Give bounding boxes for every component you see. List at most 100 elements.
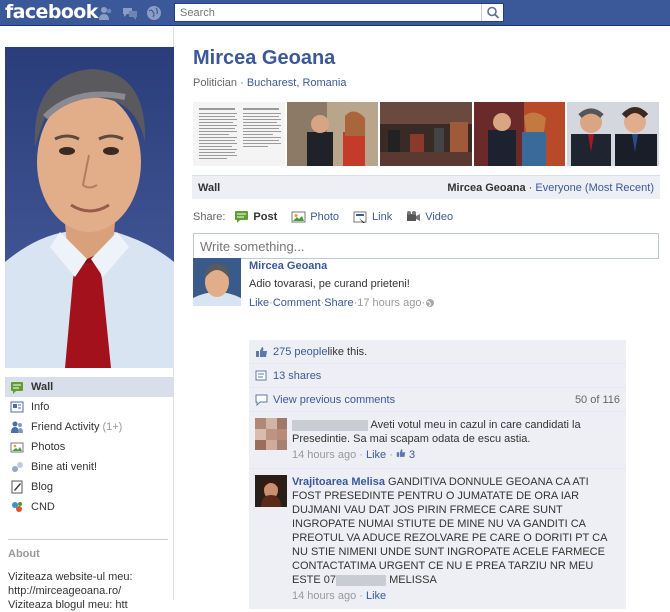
separator: · [356,449,366,461]
photo-thumbnail[interactable] [286,102,379,166]
photo-thumbnail[interactable] [193,102,285,166]
friends-icon [11,421,23,433]
search-icon [487,6,500,19]
share-label: Share: [193,211,226,223]
commenter-avatar[interactable] [255,475,287,507]
profile-location-link[interactable]: Bucharest, Romania [247,77,347,89]
share-option-label: Video [425,211,454,223]
comment-text-end: MELISSA [389,574,437,586]
story-author-link[interactable]: Mircea Geoana [249,260,327,272]
separator: · [237,77,247,89]
photo-thumbnail[interactable] [473,102,566,166]
photo-strip [193,102,659,166]
nav-label: Blog [31,481,54,493]
nav-item-welcome[interactable]: Bine ati venit! [5,457,174,477]
comments-icon [255,394,268,406]
photos-icon [10,442,24,453]
shares-row: 13 shares [249,364,626,388]
notifications-globe-icon[interactable] [146,5,162,21]
comment: Vrajitoarea Melisa GANDITIVA DONNULE GEO… [249,469,626,609]
comment-count: 50 of 116 [574,393,620,406]
photo-thumbnail[interactable] [380,102,472,166]
messages-icon[interactable] [122,5,138,21]
share-bar: Share: Post Photo Link Video [193,209,467,225]
left-nav: Wall Info Friend Activity (1+) Photos Bi… [5,377,174,517]
commenter-name-link[interactable]: Vrajitoarea Melisa [292,476,385,488]
redacted-phone-number [336,574,387,586]
share-option-label: Photo [310,211,340,223]
comment: Aveti votul meu in cazul in care candida… [249,412,626,469]
thumbs-up-icon [396,449,406,457]
view-previous-comments-link[interactable]: View previous comments [273,394,395,406]
blog-icon [11,480,23,494]
filter-scope-link[interactable]: Everyone (Most Recent) [535,182,654,194]
likes-count-link[interactable]: 275 people [273,346,327,358]
wall-header-bar: Wall Mircea Geoana · Everyone (Most Rece… [192,175,660,199]
comment-meta: 14 hours ago · Like [292,589,620,603]
nav-item-friend-activity[interactable]: Friend Activity (1+) [5,417,174,437]
comment-likes-count[interactable]: 3 [396,449,415,461]
comment-like-link[interactable]: Like [366,590,386,602]
status-post-icon [235,211,249,223]
friend-requests-icon[interactable] [98,5,114,21]
separator: · [525,181,536,194]
about-website-link[interactable]: http://mirceageoana.ro/ [8,584,168,598]
comment-likes-number: 3 [409,449,416,461]
share-video-option[interactable]: Video [406,210,453,224]
link-icon [353,211,367,223]
comment-meta: 14 hours ago · Like · 3 [292,448,620,462]
share-photo-option[interactable]: Photo [291,210,339,224]
welcome-icon [12,462,23,472]
filter-page-name[interactable]: Mircea Geoana [447,182,525,194]
share-post-option[interactable]: Post [234,210,277,224]
story-timestamp[interactable]: 17 hours ago [357,297,421,309]
comment-like-link[interactable]: Like [366,449,386,461]
nav-label: Photos [31,441,66,453]
separator: · [386,449,396,461]
about-section: About Viziteaza website-ul meu: http://m… [8,539,168,612]
privacy-globe-icon[interactable] [425,298,435,308]
photo-icon [291,211,306,223]
profile-category: Politician [193,77,238,89]
facebook-logo[interactable]: facebook [5,1,98,23]
likes-suffix: like this. [327,345,368,358]
comment-timestamp[interactable]: 14 hours ago [292,590,356,602]
story-actions: Like · Comment · Share · 17 hours ago · [249,297,626,309]
search-input[interactable] [175,4,475,21]
nav-count: (1+) [102,421,123,433]
about-title: About [8,548,40,560]
story-message: Adio tovarasi, pe curand prieteni! [249,278,410,290]
video-camera-icon [407,211,421,221]
wall-icon [11,382,23,394]
nav-item-photos[interactable]: Photos [5,437,174,457]
nav-item-cnd[interactable]: CND [5,497,174,517]
share-link-option[interactable]: Link [353,210,392,224]
top-bar: facebook [0,0,670,26]
like-link[interactable]: Like [249,297,269,309]
about-line: Viziteaza website-ul meu: [8,571,133,583]
wall-label: Wall [198,181,221,194]
commenter-avatar-blurred[interactable] [255,418,287,450]
nav-label: Friend Activity [31,421,100,433]
status-composer[interactable]: Write something... [193,233,659,259]
story: Mircea Geoana Adio tovarasi, pe curand p… [249,260,626,309]
share-link[interactable]: Share [324,297,353,309]
shares-link[interactable]: 13 shares [273,370,321,382]
comment-link[interactable]: Comment [273,297,321,309]
comment-timestamp[interactable]: 14 hours ago [292,449,356,461]
share-option-label: Post [253,211,278,223]
story-author-avatar[interactable] [193,258,241,306]
search-button[interactable] [481,4,503,21]
comment-text: GANDITIVA DONNULE GEOANA CA ATI FOST PRE… [292,476,607,586]
nav-item-info[interactable]: Info [5,397,174,417]
nav-item-wall[interactable]: Wall [5,377,174,397]
profile-name: Mircea Geoana [193,47,336,69]
nav-item-blog[interactable]: Blog [5,477,174,497]
feedback-box: 275 people like this. 13 shares View pre… [249,340,626,609]
nav-label: Info [31,401,50,413]
profile-picture[interactable] [5,47,174,368]
profile-subtitle: Politician · Bucharest, Romania [193,77,346,89]
photo-thumbnail[interactable] [567,102,659,166]
search-field[interactable] [174,3,504,22]
left-column: Wall Info Friend Activity (1+) Photos Bi… [0,27,174,611]
